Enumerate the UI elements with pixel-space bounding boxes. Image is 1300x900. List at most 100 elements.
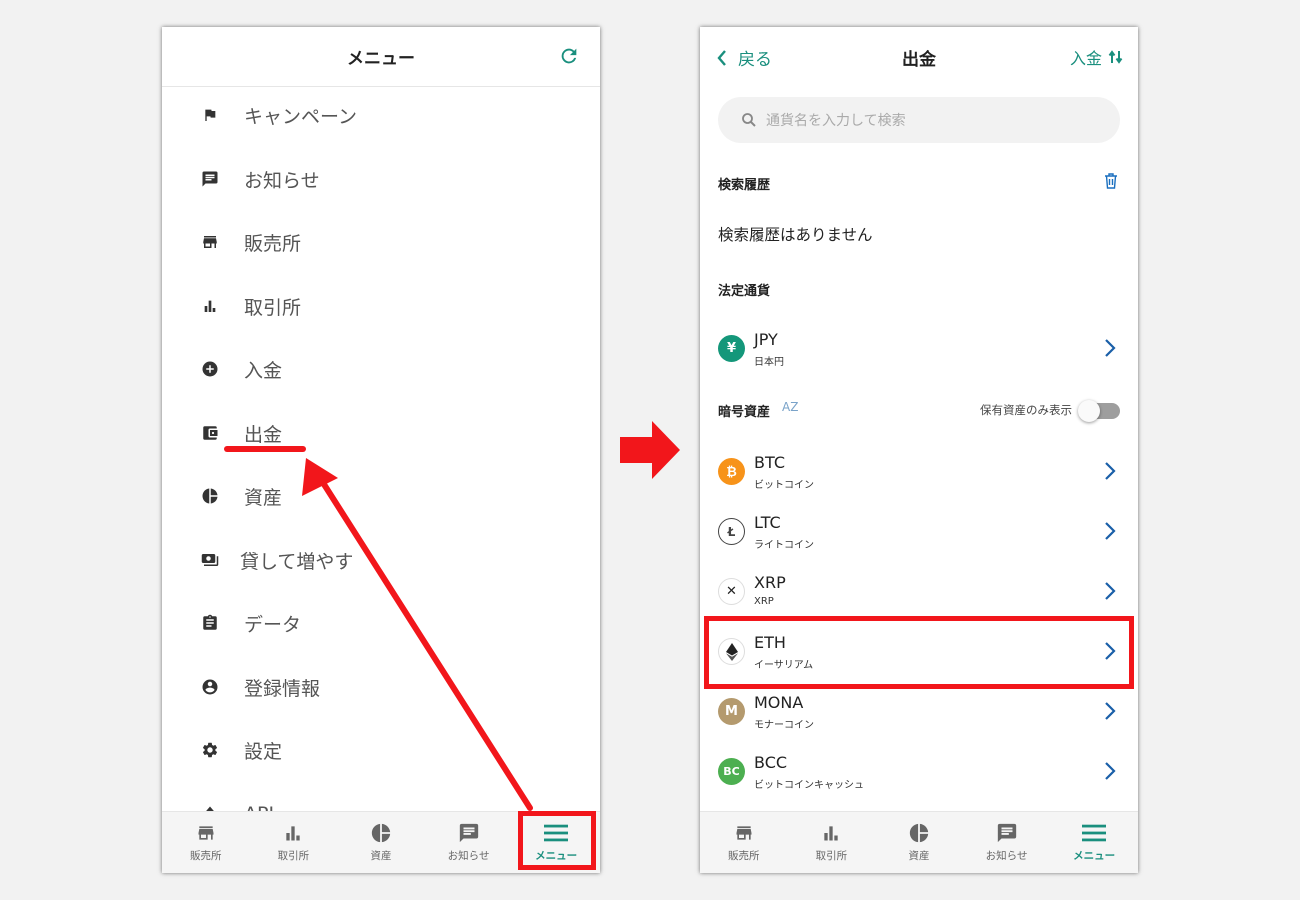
wallet-icon xyxy=(200,423,220,443)
bar-chart-icon xyxy=(281,822,305,844)
message-icon xyxy=(457,822,481,844)
nav-menu[interactable]: メニュー xyxy=(1050,812,1138,873)
nav-label: 販売所 xyxy=(190,850,222,862)
menu-item-data[interactable]: データ xyxy=(162,598,600,648)
menu-item-assets[interactable]: 資産 xyxy=(162,471,600,521)
bitcoin-cash-icon: BC xyxy=(718,758,745,785)
currency-symbol: BCC xyxy=(754,753,788,772)
currency-row-ltc[interactable]: Ł LTC ライトコイン xyxy=(700,501,1138,561)
menu-item-settings[interactable]: 設定 xyxy=(162,725,600,775)
back-button[interactable]: 戻る xyxy=(716,45,772,70)
pie-chart-icon xyxy=(200,486,220,506)
menu-item-label: 出金 xyxy=(244,423,283,446)
refresh-icon[interactable] xyxy=(558,45,580,67)
bar-chart-icon xyxy=(819,822,843,844)
gear-icon xyxy=(200,740,220,760)
page-title: 出金 xyxy=(902,49,936,70)
history-empty-text: 検索履歴はありません xyxy=(718,226,873,244)
menu-item-exchange[interactable]: 取引所 xyxy=(162,281,600,331)
currency-name: モナーコイン xyxy=(754,720,814,731)
currency-row-jpy[interactable]: ¥ JPY 日本円 xyxy=(700,318,1138,378)
back-label: 戻る xyxy=(738,50,772,70)
currency-symbol: LTC xyxy=(754,513,781,532)
currency-name: ビットコインキャッシュ xyxy=(754,780,864,791)
nav-news[interactable]: お知らせ xyxy=(963,812,1051,873)
deposit-label: 入金 xyxy=(1069,49,1102,68)
nav-label: 資産 xyxy=(908,850,930,862)
pie-chart-icon xyxy=(369,822,393,844)
nav-label: メニュー xyxy=(1073,850,1116,862)
held-only-toggle[interactable] xyxy=(1078,400,1120,422)
nav-exchange[interactable]: 取引所 xyxy=(250,812,338,873)
currency-symbol: JPY xyxy=(754,330,778,349)
withdraw-screen: 戻る 出金 入金 通貨名を入力して検索 検索履歴 検索履歴はありません 法定通貨… xyxy=(700,27,1138,873)
search-input[interactable]: 通貨名を入力して検索 xyxy=(718,97,1120,143)
sort-az-icon[interactable]: AZ xyxy=(782,400,798,414)
next-arrow-icon xyxy=(620,421,680,479)
currency-row-xrp[interactable]: ✕ XRP XRP xyxy=(700,561,1138,621)
swap-icon xyxy=(1108,50,1123,64)
nav-assets[interactable]: 資産 xyxy=(875,812,963,873)
nav-label: お知らせ xyxy=(985,850,1028,862)
nav-label: 販売所 xyxy=(728,850,760,862)
currency-symbol: MONA xyxy=(754,693,804,712)
chevron-right-icon xyxy=(1105,702,1116,720)
deposit-button[interactable]: 入金 xyxy=(1070,45,1124,69)
menu-item-store[interactable]: 販売所 xyxy=(162,217,600,267)
chevron-right-icon xyxy=(1105,462,1116,480)
currency-row-btc[interactable]: ₿ BTC ビットコイン xyxy=(700,441,1138,501)
nav-store[interactable]: 販売所 xyxy=(162,812,250,873)
menu-item-account[interactable]: 登録情報 xyxy=(162,662,600,712)
lend-icon xyxy=(200,550,220,570)
menu-item-label: 取引所 xyxy=(244,296,302,319)
menu-item-label: 貸して増やす xyxy=(240,550,354,573)
history-title: 検索履歴 xyxy=(718,178,771,193)
trash-icon[interactable] xyxy=(1104,173,1118,189)
currency-name: ビットコイン xyxy=(754,480,814,491)
menu-item-label: 資産 xyxy=(244,486,283,509)
bar-chart-icon xyxy=(200,296,220,316)
bottom-nav: 販売所 取引所 資産 お知らせ メニュー xyxy=(700,811,1138,873)
menu-item-campaign[interactable]: キャンペーン xyxy=(162,90,600,140)
currency-name: 日本円 xyxy=(754,357,784,368)
nav-label: 取引所 xyxy=(277,850,310,862)
menu-item-label: 設定 xyxy=(244,740,283,763)
nav-news[interactable]: お知らせ xyxy=(425,812,513,873)
chevron-right-icon xyxy=(1105,522,1116,540)
menu-item-label: 入金 xyxy=(244,359,283,382)
nav-store[interactable]: 販売所 xyxy=(700,812,788,873)
currency-symbol: BTC xyxy=(754,453,785,472)
currency-row-bcc[interactable]: BC BCC ビットコインキャッシュ xyxy=(700,741,1138,801)
nav-assets[interactable]: 資産 xyxy=(337,812,425,873)
menu-item-lending[interactable]: 貸して増やす xyxy=(162,535,600,585)
chevron-right-icon xyxy=(1105,762,1116,780)
currency-row-mona[interactable]: M MONA モナーコイン xyxy=(700,681,1138,741)
hamburger-icon xyxy=(1082,822,1107,844)
bitcoin-icon: ₿ xyxy=(718,458,745,485)
menu-item-deposit[interactable]: 入金 xyxy=(162,344,600,394)
yen-icon: ¥ xyxy=(718,335,745,362)
menu-item-api[interactable]: API xyxy=(162,789,600,811)
nav-label: お知らせ xyxy=(447,850,490,862)
search-icon xyxy=(742,113,756,127)
page-title: メニュー xyxy=(347,49,415,69)
chevron-right-icon xyxy=(1105,582,1116,600)
currency-name: ライトコイン xyxy=(754,540,814,551)
flag-icon xyxy=(200,105,220,125)
chevron-right-icon xyxy=(1105,339,1116,357)
pie-chart-icon xyxy=(907,822,931,844)
annotation-eth-highlight xyxy=(704,616,1134,689)
api-icon xyxy=(200,804,220,811)
currency-symbol: XRP xyxy=(754,573,786,592)
menu-item-label: 登録情報 xyxy=(244,677,321,700)
clipboard-icon xyxy=(200,613,220,633)
message-icon xyxy=(995,822,1019,844)
fiat-title: 法定通貨 xyxy=(718,284,771,299)
account-icon xyxy=(200,677,220,697)
annotation-menu-highlight xyxy=(518,811,596,870)
menu-item-news[interactable]: お知らせ xyxy=(162,154,600,204)
chevron-left-icon xyxy=(717,49,726,66)
nav-exchange[interactable]: 取引所 xyxy=(788,812,876,873)
menu-item-label: データ xyxy=(244,613,302,636)
currency-name: XRP xyxy=(754,596,774,607)
